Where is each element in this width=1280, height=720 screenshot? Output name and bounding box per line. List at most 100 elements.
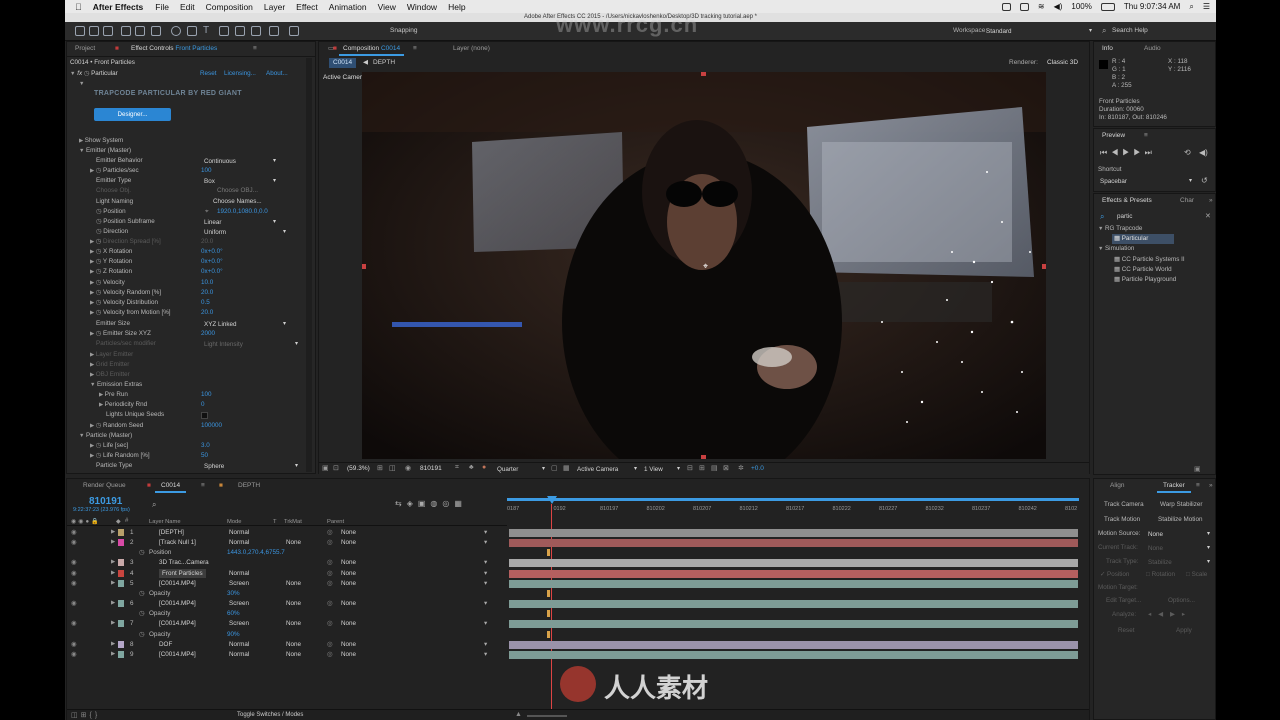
choose-obj-button[interactable]: Choose OBJ...: [217, 186, 258, 196]
rotate-tool-icon[interactable]: [121, 26, 131, 36]
parent-dropdown-icon[interactable]: ▾: [484, 619, 487, 628]
stopwatch-icon[interactable]: ◷: [139, 589, 145, 598]
layer-trkmat[interactable]: None: [286, 640, 301, 649]
mask-icon[interactable]: ◫: [389, 464, 396, 472]
expand-icon[interactable]: ▶: [111, 650, 115, 659]
direction-spread-value[interactable]: 20.0: [201, 237, 213, 247]
parent-dropdown-icon[interactable]: ▾: [484, 640, 487, 649]
spotlight-icon[interactable]: ⌕: [1189, 2, 1193, 12]
pickwhip-icon[interactable]: ◎: [327, 619, 333, 628]
expand-icon[interactable]: ▼: [79, 79, 84, 89]
random-seed-value[interactable]: 100000: [201, 421, 222, 431]
tab-effects-presets[interactable]: Effects & Presets: [1096, 194, 1158, 208]
channel-icon[interactable]: ♣: [469, 464, 474, 471]
position-value[interactable]: 1920.0,1080.0,0.0: [217, 207, 268, 217]
layer-duration-bar[interactable]: [509, 569, 1078, 578]
reset-icon[interactable]: ↺: [1201, 176, 1208, 185]
layer-parent[interactable]: None: [341, 599, 356, 608]
menu-composition[interactable]: Composition: [206, 2, 253, 12]
table-row[interactable]: ◉ ▶ 9 [C0014.MP4] Normal None ◎ None ▾: [67, 650, 509, 659]
play-icon[interactable]: ▶: [1122, 148, 1133, 157]
brush-tool-icon[interactable]: [219, 26, 229, 36]
menu-window[interactable]: Window: [407, 2, 437, 12]
zoom-slider[interactable]: [527, 715, 567, 717]
flowchart-icon[interactable]: ⊠: [723, 464, 729, 472]
layer-mode[interactable]: Normal: [229, 569, 249, 578]
effect-reset-link[interactable]: Reset: [200, 69, 216, 79]
layer-name[interactable]: 3D Trac...Camera: [159, 558, 209, 567]
camera-select[interactable]: Active Camera: [577, 465, 637, 474]
next-frame-icon[interactable]: ▶: [1133, 148, 1144, 157]
property-value[interactable]: 60%: [227, 609, 240, 618]
velocity-distribution-value[interactable]: 0.5: [201, 298, 210, 308]
menu-layer[interactable]: Layer: [264, 2, 285, 12]
scale-checkbox[interactable]: □ Scale: [1186, 570, 1207, 580]
clone-tool-icon[interactable]: [235, 26, 245, 36]
layer-parent[interactable]: None: [341, 579, 356, 588]
panel-menu-icon[interactable]: ≡: [407, 42, 423, 56]
stopwatch-icon[interactable]: ◷: [139, 548, 145, 557]
close-icon[interactable]: ■: [115, 42, 119, 56]
magnification-icon[interactable]: ⊡: [333, 464, 339, 472]
table-row[interactable]: ◉ ▶ 7 [C0014.MP4] Screen None ◎ None ▾: [67, 619, 509, 628]
layer-name[interactable]: [C0014.MP4]: [159, 619, 196, 628]
layer-trkmat[interactable]: None: [286, 650, 301, 659]
layer-trkmat[interactable]: None: [286, 619, 301, 628]
pickwhip-icon[interactable]: ◎: [327, 599, 333, 608]
tracker-apply-button[interactable]: Apply: [1176, 626, 1192, 636]
life-sec-value[interactable]: 3.0: [201, 441, 210, 451]
pickwhip-icon[interactable]: ◎: [327, 538, 333, 547]
particle-master-row[interactable]: ▼ Particle (Master): [79, 431, 132, 441]
tab-info[interactable]: Info: [1096, 42, 1119, 56]
parent-dropdown-icon[interactable]: ▾: [484, 579, 487, 588]
search-icon[interactable]: ⌕: [1102, 26, 1106, 36]
work-area-bar[interactable]: [507, 498, 1079, 501]
track-type-select[interactable]: Stabilize: [1148, 558, 1210, 567]
crosshair-icon[interactable]: ⌖: [205, 207, 209, 217]
layer-parent[interactable]: None: [341, 619, 356, 628]
property-value[interactable]: 30%: [227, 589, 240, 598]
options-button[interactable]: Options...: [1168, 596, 1195, 606]
loop-icon[interactable]: ⟲: [1184, 148, 1191, 157]
renderer-value[interactable]: Classic 3D: [1047, 58, 1078, 68]
menu-file[interactable]: File: [155, 2, 169, 12]
designer-button[interactable]: Designer...: [94, 108, 171, 121]
stopwatch-icon[interactable]: ◷: [139, 630, 145, 639]
lights-unique-seeds-checkbox[interactable]: [201, 412, 208, 419]
tab-project[interactable]: Project: [69, 42, 101, 56]
apple-icon[interactable]: : [75, 2, 82, 12]
effect-item-particular[interactable]: ▦ Particular: [1112, 234, 1174, 244]
analyze-controls[interactable]: ◂◀▶▸: [1148, 610, 1192, 620]
y-rotation-value[interactable]: 0x+0.0°: [201, 257, 223, 267]
visibility-icon[interactable]: ◉: [71, 619, 77, 628]
fx-icon[interactable]: fx: [77, 70, 82, 77]
layer-name[interactable]: [C0014.MP4]: [159, 650, 196, 659]
table-row[interactable]: ◉ ▶ 1 [DEPTH] Normal ◎ None ▾: [67, 528, 509, 537]
dropbox-icon[interactable]: [1001, 2, 1011, 11]
expand-icon[interactable]: ▶: [111, 558, 115, 567]
pickwhip-icon[interactable]: ◎: [327, 558, 333, 567]
col-layer-name[interactable]: Layer Name: [149, 519, 181, 525]
effect-item-particle-playground[interactable]: ▦ Particle Playground: [1114, 275, 1176, 285]
prev-frame-icon[interactable]: ◀: [1111, 148, 1122, 157]
layer-trkmat[interactable]: None: [286, 538, 301, 547]
layer-name[interactable]: [DEPTH]: [159, 528, 184, 537]
pan-behind-tool-icon[interactable]: [151, 26, 161, 36]
menu-effect[interactable]: Effect: [296, 2, 318, 12]
emitter-size-select[interactable]: XYZ Linked: [204, 320, 286, 329]
pickwhip-icon[interactable]: ◎: [327, 528, 333, 537]
grid-icon[interactable]: ⊞: [377, 464, 383, 472]
layer-duration-bar[interactable]: [509, 650, 1078, 659]
crumb-depth[interactable]: DEPTH: [373, 58, 395, 68]
effect-item-cc-particle-world[interactable]: ▦ CC Particle World: [1114, 265, 1172, 275]
emission-extras-row[interactable]: ▼ Emission Extras: [90, 380, 142, 390]
grid-emitter-row[interactable]: ▶ Grid Emitter: [90, 360, 129, 370]
position-subframe-select[interactable]: Linear: [204, 218, 276, 227]
parent-dropdown-icon[interactable]: ▾: [484, 538, 487, 547]
zoom-tool-icon[interactable]: [103, 26, 113, 36]
toggle-pixel-aspect-icon[interactable]: ⊟: [687, 464, 693, 472]
label-color[interactable]: [118, 620, 124, 628]
menu-edit[interactable]: Edit: [180, 2, 195, 12]
layer-mode[interactable]: Screen: [229, 599, 249, 608]
tab-c0014[interactable]: C0014: [155, 479, 187, 493]
